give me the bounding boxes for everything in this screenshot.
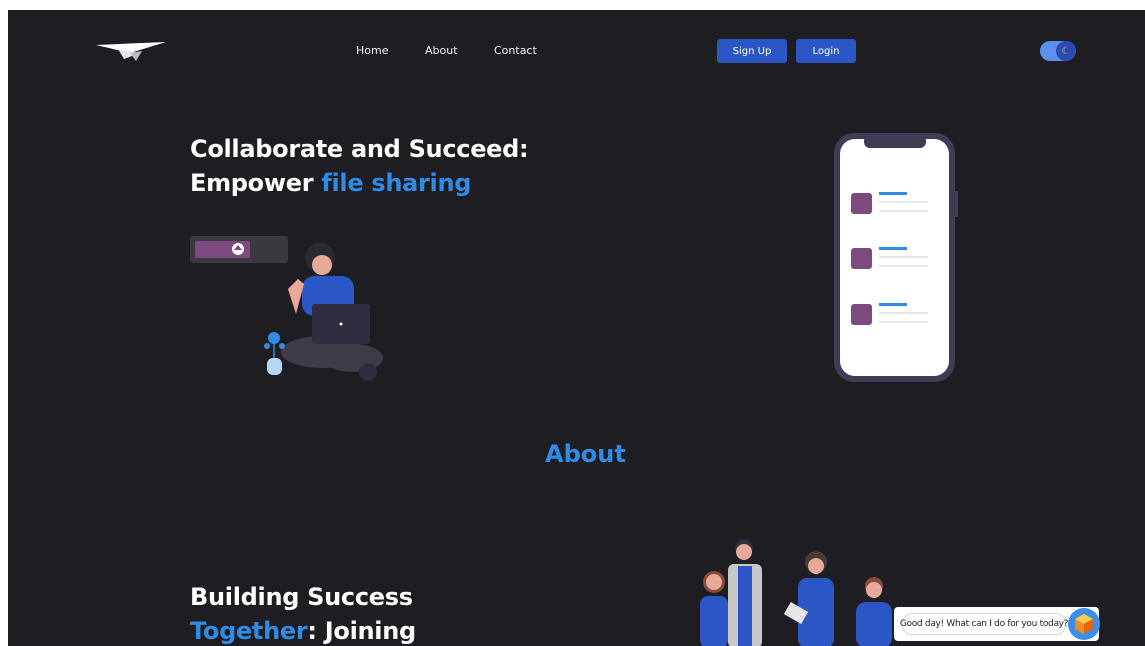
hero-title-plain: Empower bbox=[190, 169, 314, 197]
team-illustration bbox=[700, 539, 892, 646]
nav-home-link[interactable]: Home bbox=[356, 44, 388, 57]
nav-contact-link[interactable]: Contact bbox=[494, 44, 537, 57]
signup-button[interactable]: Sign Up bbox=[717, 39, 787, 63]
about-title-plain: : Joining bbox=[307, 617, 416, 645]
hero-title-line2: Empower file sharing bbox=[190, 166, 528, 200]
about-title-accent: Together bbox=[190, 617, 308, 645]
hero-illustration bbox=[190, 236, 383, 381]
page: Home About Contact Sign Up Login ☾ Colla… bbox=[8, 10, 1145, 646]
about-title: Building Success Together: Joining bbox=[190, 580, 416, 646]
chat-avatar-button[interactable] bbox=[1068, 608, 1100, 640]
cube-icon bbox=[1075, 614, 1093, 634]
about-title-line1: Building Success bbox=[190, 583, 413, 611]
paper-plane-logo[interactable] bbox=[96, 39, 166, 61]
moon-icon: ☾ bbox=[1056, 41, 1076, 61]
phone-illustration bbox=[834, 133, 958, 382]
theme-toggle[interactable]: ☾ bbox=[1040, 41, 1076, 61]
nav-about-link[interactable]: About bbox=[425, 44, 458, 57]
about-heading: About bbox=[545, 440, 626, 468]
chat-widget[interactable]: Good day! What can I do for you today? bbox=[894, 607, 1100, 641]
cloud-upload-icon bbox=[232, 243, 244, 255]
chat-greeting[interactable]: Good day! What can I do for you today? bbox=[900, 613, 1068, 635]
hero-title-line1: Collaborate and Succeed: bbox=[190, 135, 529, 163]
hero-title-accent: file sharing bbox=[321, 169, 472, 197]
hero-title: Collaborate and Succeed: Empower file sh… bbox=[190, 132, 529, 200]
about-title-line2: Together: Joining bbox=[190, 614, 416, 646]
login-button[interactable]: Login bbox=[796, 39, 856, 63]
